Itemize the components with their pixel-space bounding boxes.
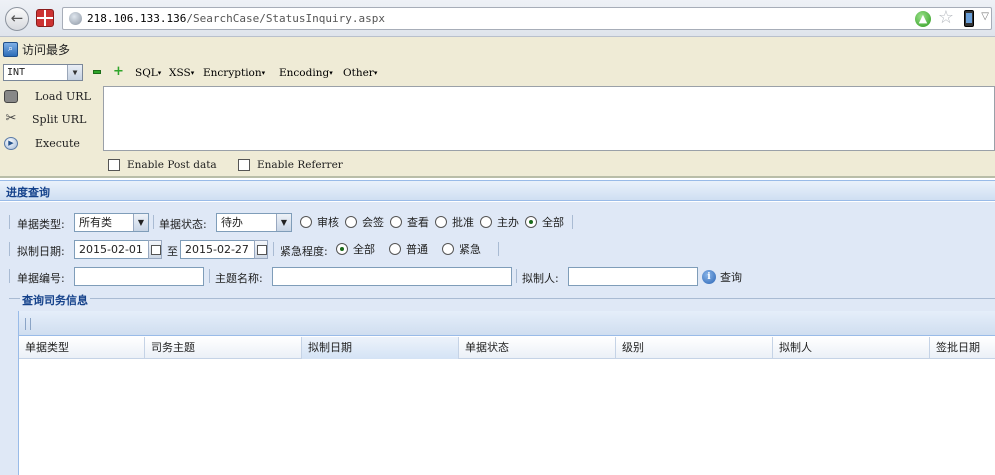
status-radio-all[interactable]: 全部 (525, 215, 564, 229)
execute-button[interactable]: ▶ Execute (0, 135, 100, 153)
column-doc-type[interactable]: 单据类型 (19, 337, 145, 359)
subject-label: 主题名称: (215, 272, 263, 285)
doc-status-select[interactable]: 待办 ▼ (216, 213, 292, 232)
calendar-icon[interactable] (148, 240, 162, 259)
doc-type-select[interactable]: 所有类 ▼ (74, 213, 149, 232)
fieldset-border (9, 298, 995, 299)
author-input[interactable] (568, 267, 698, 286)
url-text[interactable]: 218.106.133.136/SearchCase/StatusInquiry… (87, 12, 385, 25)
status-radio-countersign[interactable]: 会签 (345, 215, 384, 229)
hackbar-panel: ⌕ 访问最多 INT ▼ + SQL▾ XSS▾ Encryption▾ Enc… (0, 37, 995, 178)
encoding-menu[interactable]: Encoding▾ (279, 67, 333, 79)
date-range-separator: 至 (167, 245, 178, 258)
urgency-radio-all[interactable]: 全部 (336, 242, 375, 256)
doc-number-input[interactable] (74, 267, 204, 286)
encryption-menu[interactable]: Encryption▾ (203, 67, 265, 79)
gift-icon[interactable] (36, 9, 54, 27)
date-to-field[interactable]: 2015-02-27 (180, 240, 268, 259)
doc-status-label: 单据状态: (159, 218, 207, 231)
subject-input[interactable] (272, 267, 512, 286)
xss-menu[interactable]: XSS▾ (169, 67, 194, 79)
address-bar[interactable]: 218.106.133.136/SearchCase/StatusInquiry… (62, 7, 992, 30)
status-radio-approve[interactable]: 批准 (435, 215, 474, 229)
go-icon[interactable]: ▲ (915, 11, 931, 27)
load-url-icon (4, 90, 18, 103)
load-url-button[interactable]: Load URL (0, 88, 100, 106)
most-visited-bookmark[interactable]: ⌕ 访问最多 (3, 41, 70, 57)
play-icon: ▶ (4, 137, 18, 150)
plus-icon[interactable]: + (113, 65, 124, 78)
page-title: 进度查询 (6, 186, 50, 199)
urgency-radio-urgent[interactable]: 紧急 (442, 242, 481, 256)
status-radio-view[interactable]: 查看 (390, 215, 429, 229)
filter-row-3: 单据编号: 主题名称: 拟制人: i 查询 (9, 265, 995, 288)
most-visited-label: 访问最多 (22, 42, 71, 57)
chevron-down-icon: ▼ (67, 65, 82, 80)
enable-post-data-checkbox[interactable]: Enable Post data (108, 158, 217, 172)
info-icon: i (702, 269, 716, 284)
status-radio-host[interactable]: 主办 (480, 215, 519, 229)
mobile-device-icon[interactable] (964, 10, 974, 27)
url-path: /SearchCase/StatusInquiry.aspx (186, 12, 386, 25)
history-dropdown-icon[interactable]: ▽ (981, 11, 989, 22)
status-radio-review[interactable]: 审核 (300, 215, 339, 229)
grid-toolbar (19, 311, 995, 336)
bookmark-star-icon[interactable]: ☆ (938, 8, 954, 28)
url-host: 218.106.133.136 (87, 12, 187, 25)
back-button[interactable]: ← (5, 7, 29, 31)
hackbar-select-value: INT (7, 67, 26, 78)
scissors-icon: ✂ (5, 111, 17, 126)
toolbar-grip-icon (25, 318, 31, 330)
doc-number-label: 单据编号: (17, 272, 65, 285)
column-sign-date[interactable]: 签批日期 (930, 337, 995, 359)
author-label: 拟制人: (522, 272, 559, 285)
results-fieldset-legend: 查询司务信息 (20, 292, 90, 308)
sql-menu[interactable]: SQL▾ (135, 67, 161, 79)
date-label: 拟制日期: (17, 245, 65, 258)
chevron-down-icon: ▼ (133, 214, 148, 231)
column-draft-date[interactable]: 拟制日期 (302, 337, 459, 359)
calendar-icon[interactable] (254, 240, 268, 259)
doc-type-label: 单据类型: (17, 218, 65, 231)
results-grid: 单据类型 司务主题 拟制日期 单据状态 级别 拟制人 签批日期 (18, 311, 995, 475)
urgency-radio-normal[interactable]: 普通 (389, 242, 428, 256)
column-doc-status[interactable]: 单据状态 (459, 337, 616, 359)
query-button[interactable]: i 查询 (702, 267, 742, 286)
browser-toolbar: ← 218.106.133.136/SearchCase/StatusInqui… (0, 0, 995, 37)
urgency-label: 紧急程度: (280, 245, 328, 258)
minus-icon[interactable] (93, 70, 101, 74)
column-subject[interactable]: 司务主题 (145, 337, 302, 359)
chevron-down-icon: ▼ (276, 214, 291, 231)
column-level[interactable]: 级别 (616, 337, 773, 359)
other-menu[interactable]: Other▾ (343, 67, 377, 79)
grid-header: 单据类型 司务主题 拟制日期 单据状态 级别 拟制人 签批日期 (19, 337, 995, 359)
filter-row-2: 拟制日期: 2015-02-01 至 2015-02-27 紧急程度: 全部 普… (9, 238, 995, 261)
column-author[interactable]: 拟制人 (773, 337, 930, 359)
search-icon: ⌕ (3, 41, 18, 57)
panel-header: 进度查询 (0, 180, 995, 201)
hackbar-url-textarea[interactable] (103, 86, 995, 151)
filter-row-1: 单据类型: 所有类 ▼ 单据状态: 待办 ▼ 审核 会签 查看 批准 主办 全部 (9, 211, 995, 234)
date-from-field[interactable]: 2015-02-01 (74, 240, 162, 259)
hackbar-type-select[interactable]: INT ▼ (3, 64, 83, 81)
globe-icon (69, 12, 82, 25)
split-url-button[interactable]: ✂ Split URL (0, 111, 100, 129)
enable-referrer-checkbox[interactable]: Enable Referrer (238, 158, 343, 172)
